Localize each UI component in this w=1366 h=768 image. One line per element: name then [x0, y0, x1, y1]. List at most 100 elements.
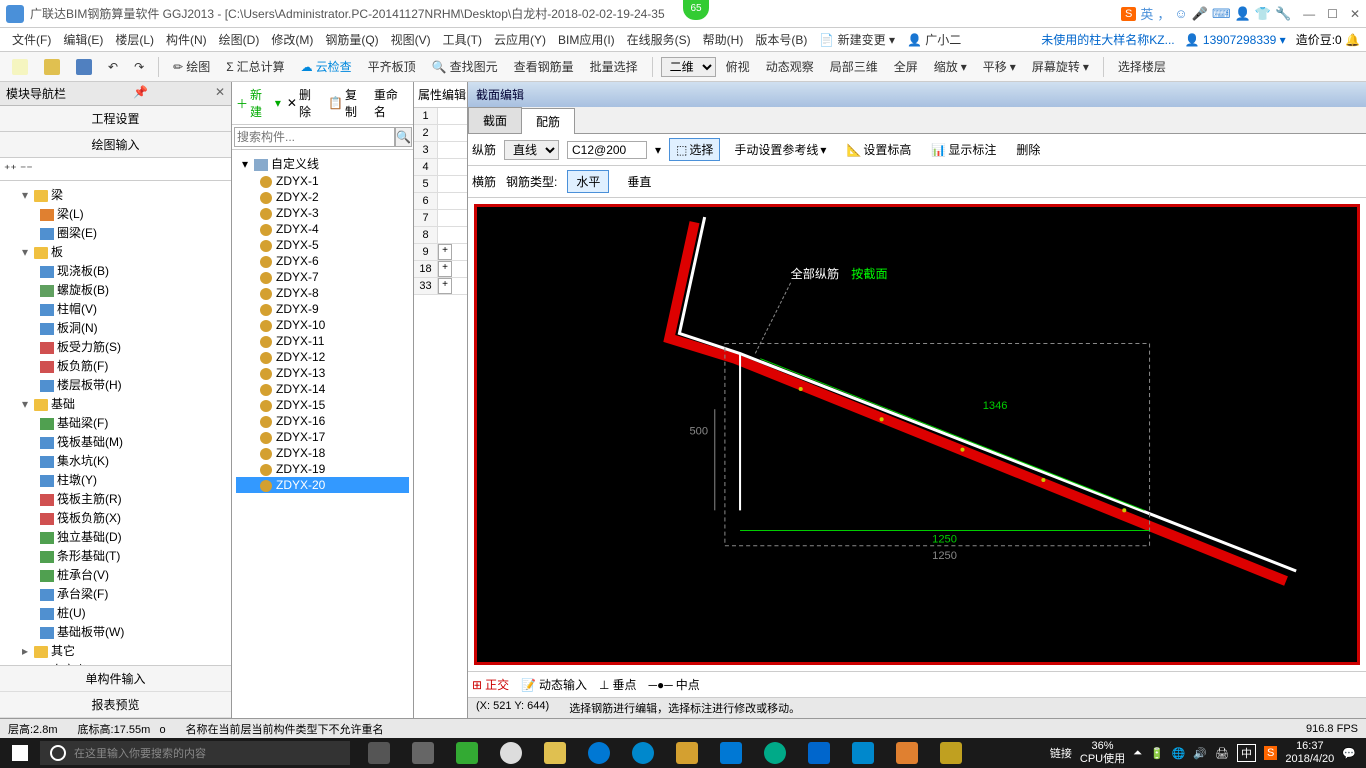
ct-refline-button[interactable]: 手动设置参考线 ▾ — [728, 139, 832, 160]
tb-save[interactable] — [70, 57, 98, 77]
tree-jichu[interactable]: ▾基础 — [4, 394, 227, 413]
nav-footer-single[interactable]: 单构件输入 — [0, 666, 231, 692]
view-mode-select[interactable]: 二维 — [661, 57, 716, 77]
member-item[interactable]: ZDYX-4 — [236, 221, 409, 237]
tree-item[interactable]: 条形基础(T) — [4, 546, 227, 565]
tree-item[interactable]: 桩(U) — [4, 603, 227, 622]
tray-network-icon[interactable]: 🌐 — [1172, 747, 1186, 760]
tb-fullscreen[interactable]: 全屏 — [888, 56, 924, 77]
cf-dyn-button[interactable]: 📝 动态输入 — [521, 676, 587, 693]
menu-help[interactable]: 帮助(H) — [697, 29, 750, 50]
prop-row[interactable]: 8 — [414, 227, 467, 244]
nav-section-project[interactable]: 工程设置 — [0, 106, 231, 132]
ct-delete-button[interactable]: 删除 — [1010, 139, 1046, 160]
tray-ime-zh[interactable]: 中 — [1237, 744, 1256, 762]
member-del-button[interactable]: ✕删除 — [287, 86, 322, 120]
menu-file[interactable]: 文件(F) — [6, 29, 57, 50]
tb-cloud-check[interactable]: ☁ 云检查 — [295, 56, 358, 77]
tray-sogou-icon[interactable]: S — [1264, 746, 1277, 760]
taskbar-app[interactable] — [930, 738, 972, 768]
member-item[interactable]: ZDYX-12 — [236, 349, 409, 365]
taskbar-app-active[interactable] — [842, 738, 884, 768]
tree-item[interactable]: 筏板基础(M) — [4, 432, 227, 451]
start-button[interactable] — [0, 738, 40, 768]
member-item[interactable]: ZDYX-19 — [236, 461, 409, 477]
tree-item[interactable]: 筏板主筋(R) — [4, 489, 227, 508]
menu-online[interactable]: 在线服务(S) — [621, 29, 697, 50]
member-item[interactable]: ZDYX-15 — [236, 397, 409, 413]
menu-member[interactable]: 构件(N) — [160, 29, 213, 50]
tb-top-view[interactable]: 俯视 — [720, 56, 756, 77]
menu-draw[interactable]: 绘图(D) — [213, 29, 266, 50]
prop-row[interactable]: 9+ — [414, 244, 467, 261]
tb-open[interactable] — [38, 57, 66, 77]
member-item[interactable]: ZDYX-2 — [236, 189, 409, 205]
user-id[interactable]: 👤 13907298339 ▾ — [1185, 33, 1286, 47]
taskbar-app[interactable] — [402, 738, 444, 768]
menu-cloud[interactable]: 云应用(Y) — [488, 29, 552, 50]
tray-battery-icon[interactable]: 🔋 — [1150, 747, 1164, 760]
tree-qita[interactable]: ▸其它 — [4, 641, 227, 660]
ime-punct-icon[interactable]: ， — [1157, 4, 1170, 23]
green-badge[interactable]: 65 — [683, 0, 709, 20]
taskbar-store[interactable] — [710, 738, 752, 768]
task-view-button[interactable] — [358, 738, 400, 768]
prop-row[interactable]: 5 — [414, 176, 467, 193]
member-new-button[interactable]: ＋新建 ▾ — [236, 86, 281, 120]
ct-line-type-select[interactable]: 直线 — [504, 140, 559, 160]
tab-rebar[interactable]: 配筋 — [521, 108, 575, 134]
taskbar-search[interactable]: 在这里输入你要搜索的内容 — [40, 741, 350, 765]
tree-item[interactable]: 现浇板(B) — [4, 261, 227, 280]
prop-row[interactable]: 1 — [414, 108, 467, 125]
taskbar-app[interactable] — [490, 738, 532, 768]
tree-item[interactable]: 板负筋(F) — [4, 356, 227, 375]
menu-tools[interactable]: 工具(T) — [437, 29, 488, 50]
tray-clock[interactable]: 16:372018/4/20 — [1285, 740, 1334, 766]
ct-showdim-button[interactable]: 📊 显示标注 — [925, 139, 1002, 160]
prop-row[interactable]: 18+ — [414, 261, 467, 278]
prop-row[interactable]: 33+ — [414, 278, 467, 295]
menu-modify[interactable]: 修改(M) — [265, 29, 319, 50]
menu-version[interactable]: 版本号(B) — [749, 29, 813, 50]
nav-footer-report[interactable]: 报表预览 — [0, 692, 231, 718]
member-search-button[interactable]: 🔍 — [395, 127, 412, 147]
tray-link[interactable]: 链接 — [1050, 745, 1072, 761]
tree-item[interactable]: 基础梁(F) — [4, 413, 227, 432]
tree-item[interactable]: 桩承台(V) — [4, 565, 227, 584]
drawing-canvas[interactable]: 1346 500 1250 1250 全部纵筋 按截面 — [474, 204, 1360, 665]
menu-rebar[interactable]: 钢筋量(Q) — [319, 29, 384, 50]
ime-shirt-icon[interactable]: 👕 — [1255, 6, 1271, 22]
tb-batch[interactable]: 批量选择 — [584, 56, 644, 77]
tb-pan[interactable]: 平移 ▾ — [977, 56, 1022, 77]
tb-local3d[interactable]: 局部三维 — [824, 56, 884, 77]
tree-item[interactable]: 螺旋板(B) — [4, 280, 227, 299]
tree-item[interactable]: 圈梁(E) — [4, 223, 227, 242]
tree-item[interactable]: 基础板带(W) — [4, 622, 227, 641]
member-item[interactable]: ZDYX-9 — [236, 301, 409, 317]
tree-ban[interactable]: ▾板 — [4, 242, 227, 261]
tray-up-icon[interactable]: ⏶ — [1133, 747, 1142, 760]
tb-view-rebar[interactable]: 查看钢筋量 — [508, 56, 580, 77]
nav-close-icon[interactable]: ✕ — [215, 85, 225, 102]
member-item[interactable]: ZDYX-10 — [236, 317, 409, 333]
member-item[interactable]: ZDYX-8 — [236, 285, 409, 301]
menu-bim[interactable]: BIM应用(I) — [552, 29, 621, 50]
tree-item[interactable]: 梁(L) — [4, 204, 227, 223]
tb-find[interactable]: 🔍 查找图元 — [426, 56, 504, 77]
taskbar-app[interactable] — [666, 738, 708, 768]
tree-item[interactable]: 承台梁(F) — [4, 584, 227, 603]
tab-section[interactable]: 截面 — [468, 107, 522, 133]
menu-edit[interactable]: 编辑(E) — [57, 29, 109, 50]
member-item[interactable]: ZDYX-17 — [236, 429, 409, 445]
member-item[interactable]: ZDYX-6 — [236, 253, 409, 269]
tray-volume-icon[interactable]: 🔊 — [1193, 747, 1207, 760]
taskbar-app[interactable] — [754, 738, 796, 768]
tray-cpu[interactable]: 36%CPU使用 — [1080, 740, 1125, 766]
taskbar-edge[interactable] — [578, 738, 620, 768]
member-item[interactable]: ZDYX-7 — [236, 269, 409, 285]
ime-kbd-icon[interactable]: ⌨ — [1212, 6, 1231, 22]
tree-item[interactable]: 板受力筋(S) — [4, 337, 227, 356]
ime-mic-icon[interactable]: 🎤 — [1192, 6, 1208, 22]
tree-liang[interactable]: ▾梁 — [4, 185, 227, 204]
ct-elev-button[interactable]: 📐 设置标高 — [840, 139, 917, 160]
